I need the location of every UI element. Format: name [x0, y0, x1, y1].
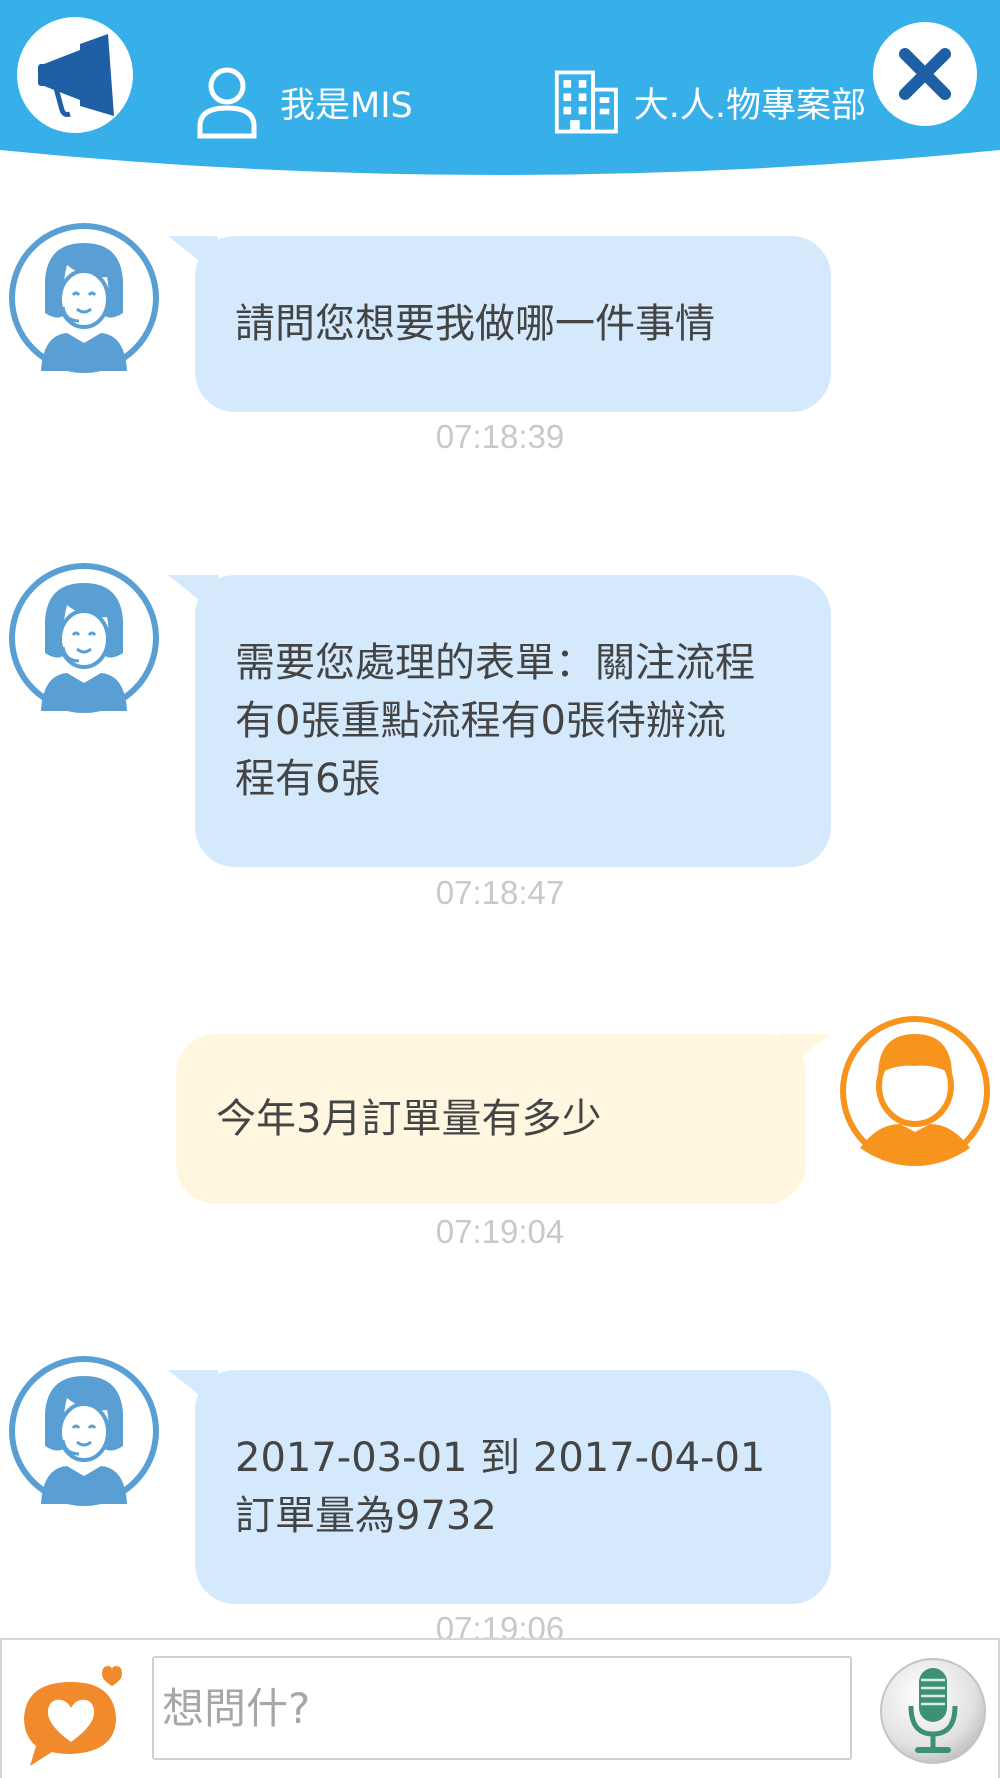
announcement-button[interactable]: [17, 17, 133, 133]
question-input[interactable]: [152, 1656, 852, 1760]
support-agent-avatar-icon: [9, 1356, 159, 1506]
user-name-label: 我是MIS: [280, 85, 413, 126]
app-header: 我是MIS 大.人.物專案部: [0, 0, 1000, 178]
message-bubble: 2017-03-01 到 2017-04-01 訂單量為9732: [195, 1370, 831, 1604]
current-company[interactable]: 大.人.物專案部: [553, 62, 866, 142]
support-agent-avatar-icon: [9, 223, 159, 373]
message-timestamp: 07:18:39: [435, 418, 565, 455]
message-text: 今年3月訂單量有多少: [216, 1096, 602, 1142]
company-name-label: 大.人.物專案部: [633, 85, 866, 126]
megaphone-icon: [38, 34, 114, 117]
close-button[interactable]: [873, 22, 977, 126]
message-bubble: 請問您想要我做哪一件事情: [195, 236, 831, 412]
message-bubble: 需要您處理的表單：關注流程 有0張重點流程有0張待辦流 程有6張: [195, 575, 831, 867]
message-bubble-user: 今年3月訂單量有多少: [176, 1034, 806, 1204]
building-icon: [554, 70, 618, 134]
input-bar: [0, 1638, 1000, 1778]
microphone-button[interactable]: [878, 1656, 988, 1766]
message-text: 2017-03-01 到 2017-04-01 訂單量為9732: [235, 1435, 766, 1539]
heart-chat-icon[interactable]: [16, 1660, 126, 1770]
message-text: 請問您想要我做哪一件事情: [235, 301, 715, 347]
user-avatar-icon: [840, 1016, 990, 1166]
message-text: 需要您處理的表單：關注流程 有0張重點流程有0張待辦流 程有6張: [235, 640, 755, 802]
support-agent-avatar-icon: [9, 563, 159, 713]
message-timestamp: 07:19:04: [435, 1213, 565, 1250]
bubble-tail: [780, 1034, 830, 1074]
close-icon: [899, 48, 951, 100]
user-outline-icon: [197, 67, 257, 139]
message-timestamp: 07:18:47: [435, 874, 565, 911]
current-user[interactable]: 我是MIS: [196, 62, 413, 142]
